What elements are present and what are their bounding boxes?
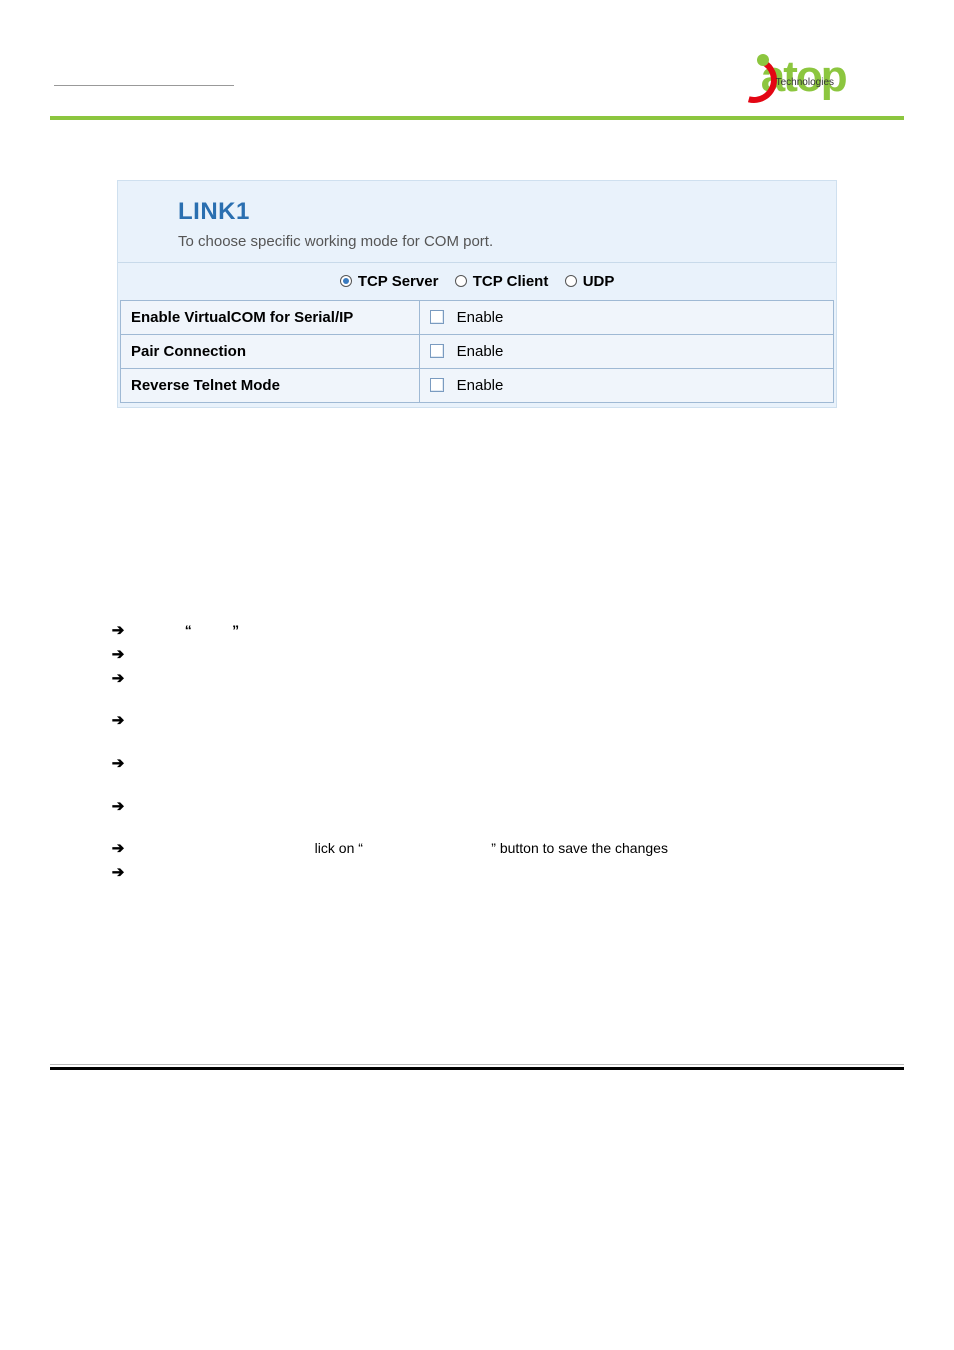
mode-selector: TCP Server TCP Client UDP <box>118 262 836 300</box>
step-text: User may enable Virtual COM for Serial/I… <box>131 668 904 709</box>
table-row: Enable VirtualCOM for Serial/IP Enable <box>121 300 834 334</box>
arrow-icon: ➔ <box>105 644 131 666</box>
row-key: Reverse Telnet Mode <box>121 368 420 402</box>
row-val: Enable <box>457 309 504 326</box>
mode-tcp-client[interactable]: TCP Client <box>455 273 553 290</box>
intro-paragraph: TCP Server mode is default Link mode of … <box>105 463 849 611</box>
intro-line: to "0.0.0.0". <box>105 590 849 610</box>
arrow-icon: ➔ <box>105 838 131 860</box>
step-text: Click on “COM1” link and the following s… <box>131 620 904 640</box>
row-val-cell: Enable <box>420 300 834 334</box>
arrow-icon: ➔ <box>105 862 131 884</box>
header: atop Technologies <box>50 46 904 108</box>
mode-label: TCP Server <box>358 273 439 290</box>
table-row: Pair Connection Enable <box>121 334 834 368</box>
radio-icon <box>340 275 352 287</box>
row-val-cell: Enable <box>420 334 834 368</box>
step-list: ➔ Click on “COM1” link and the following… <box>105 620 904 883</box>
radio-icon <box>565 275 577 287</box>
radio-icon <box>455 275 467 287</box>
page-footer: Copyright © 2011 Atop Technologies, Inc.… <box>50 1064 904 1105</box>
link1-panel: LINK1 To choose specific working mode fo… <box>117 180 837 408</box>
footer-copyright: Copyright © 2011 Atop Technologies, Inc. <box>50 1071 269 1088</box>
panel-subtitle: To choose specific working mode for COM … <box>178 231 776 252</box>
row-key: Pair Connection <box>121 334 420 368</box>
step-text: User may also set up Pair Connection fun… <box>131 710 904 751</box>
table-row: Reverse Telnet Mode Enable <box>121 368 834 402</box>
step-text: User may set up one set of source IP for… <box>131 796 904 837</box>
mode-tcp-server[interactable]: TCP Server <box>340 273 443 290</box>
list-item: ➔ User may set up one set of source IP f… <box>105 753 904 794</box>
mode-udp[interactable]: UDP <box>565 273 615 290</box>
row-val: Enable <box>457 377 504 394</box>
list-item: ➔ Click on “COM1” link and the following… <box>105 620 904 642</box>
list-item: ➔ Configure the Com1 link mode as TCP se… <box>105 644 904 666</box>
arrow-icon: ➔ <box>105 620 131 642</box>
intro-line: IP filtering function is a simple ACL (A… <box>105 566 849 586</box>
figure-caption: Fig 38. Com1 setup-TCP server mode <box>50 422 904 439</box>
footer-left: Copyright © 2011 Atop Technologies, Inc.… <box>50 1071 269 1105</box>
brand-logo: atop Technologies <box>731 46 904 108</box>
list-item: ➔ Above configurations will take effect … <box>105 862 904 884</box>
logo-swoosh-icon <box>731 57 765 91</box>
step-text: Configure the Com1 link mode as TCP serv… <box>131 644 904 664</box>
row-val-cell: Enable <box>420 368 834 402</box>
row-key: Enable VirtualCOM for Serial/IP <box>121 300 420 334</box>
mode-label: TCP Client <box>473 273 549 290</box>
footer-page-number: - 35 - <box>876 1071 904 1105</box>
arrow-icon: ➔ <box>105 710 131 732</box>
list-item: ➔ Configure Serial setting and click on … <box>105 838 904 860</box>
arrow-icon: ➔ <box>105 668 131 690</box>
config-table: Enable VirtualCOM for Serial/IP Enable P… <box>120 300 834 403</box>
intro-line: number of Com1 is 4660. <box>105 535 849 555</box>
logo-subtext: Technologies <box>776 76 834 90</box>
footer-rule <box>50 1067 904 1070</box>
step-text: Configure Serial setting and click on “S… <box>131 838 904 858</box>
mode-label: UDP <box>583 273 615 290</box>
step-text: User may set up one set of source IP for… <box>131 753 904 794</box>
footer-rights: All rights reserved. Designed in Taiwan. <box>50 1090 269 1105</box>
section-title: 5.2.1 TCP Server mode for Link1 configur… <box>50 155 904 175</box>
arrow-icon: ➔ <box>105 796 131 818</box>
step-text: Above configurations will take effect af… <box>131 862 904 882</box>
list-item: ➔ User may set up one set of source IP f… <box>105 796 904 837</box>
intro-line: TCP Server mode is default Link mode of … <box>105 463 849 483</box>
list-item: ➔ User may also set up Pair Connection f… <box>105 710 904 751</box>
checkbox-icon[interactable] <box>430 344 444 358</box>
intro-line: configure listening port to allow client… <box>105 511 849 531</box>
row-val: Enable <box>457 343 504 360</box>
intro-line: requirement from remote host PC which in… <box>105 487 849 507</box>
panel-title: LINK1 <box>178 195 776 229</box>
checkbox-icon[interactable] <box>430 378 444 392</box>
checkbox-icon[interactable] <box>430 310 444 324</box>
list-item: ➔ User may enable Virtual COM for Serial… <box>105 668 904 709</box>
arrow-icon: ➔ <box>105 753 131 775</box>
panel-header: LINK1 To choose specific working mode fo… <box>118 181 836 262</box>
green-divider <box>50 116 904 120</box>
